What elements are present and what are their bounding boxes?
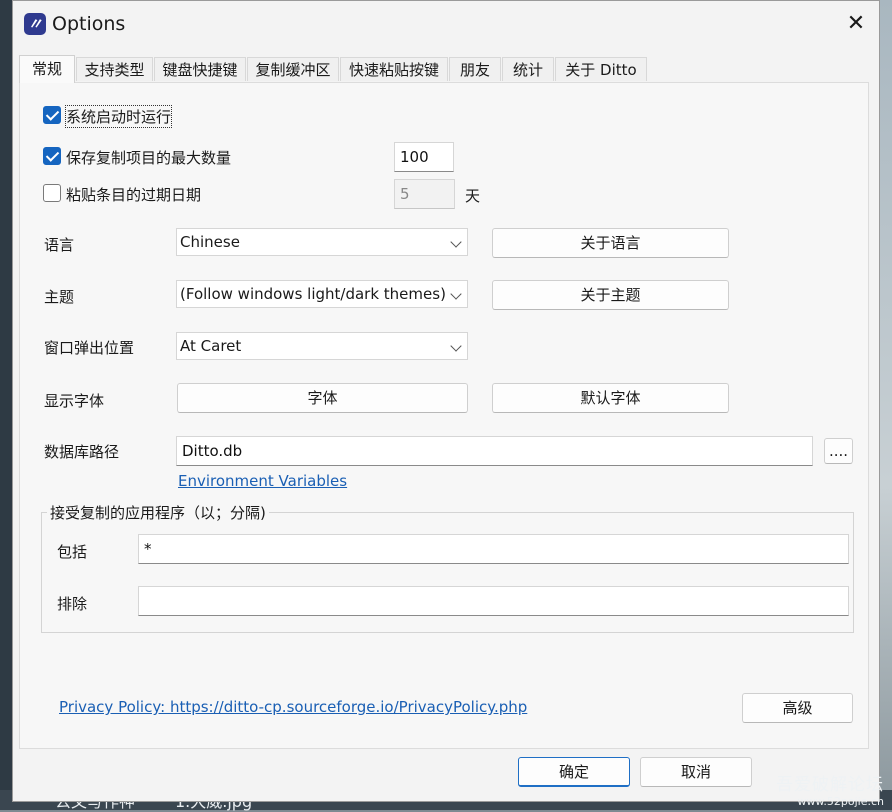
title-bar[interactable]: 〃 Options ✕ <box>13 1 879 47</box>
environment-variables-link[interactable]: Environment Variables <box>178 472 347 490</box>
tab-keyboard-shortcuts[interactable]: 键盘快捷键 <box>154 57 246 81</box>
tab-copy-buffers[interactable]: 复制缓冲区 <box>247 57 339 81</box>
popup-position-label: 窗口弹出位置 <box>44 339 135 357</box>
watermark-text: 吾爱破解论坛 <box>776 775 884 795</box>
font-label: 显示字体 <box>44 392 105 410</box>
include-input[interactable]: * <box>138 534 849 564</box>
chevron-down-icon <box>450 340 462 352</box>
language-label: 语言 <box>44 236 75 254</box>
expire-unit-label: 天 <box>465 187 481 205</box>
tab-about-ditto[interactable]: 关于 Ditto <box>555 57 647 81</box>
font-button[interactable]: 字体 <box>177 383 468 413</box>
desktop-left-edge <box>0 0 12 810</box>
chevron-down-icon <box>450 236 462 248</box>
expire-checkbox[interactable] <box>43 184 61 202</box>
cancel-button[interactable]: 取消 <box>640 757 752 787</box>
popup-position-value: At Caret <box>180 337 242 355</box>
general-tab-panel: 系统启动时运行 保存复制项目的最大数量 100 粘贴条目的过期日期 5 天 语言… <box>19 82 869 749</box>
tab-stats[interactable]: 统计 <box>502 57 554 81</box>
startup-checkbox[interactable] <box>43 106 61 124</box>
theme-select-value: (Follow windows light/dark themes) <box>180 285 446 303</box>
advanced-button[interactable]: 高级 <box>742 693 853 723</box>
about-theme-button[interactable]: 关于主题 <box>492 280 729 310</box>
expire-label[interactable]: 粘贴条目的过期日期 <box>66 184 201 205</box>
db-path-input[interactable]: Ditto.db <box>176 436 813 466</box>
language-select[interactable]: Chinese <box>176 228 468 256</box>
startup-label[interactable]: 系统启动时运行 <box>64 105 173 128</box>
tab-quick-paste-keys[interactable]: 快速粘贴按键 <box>340 57 448 81</box>
accepted-apps-group-title: 接受复制的应用程序（以；分隔) <box>47 502 269 523</box>
theme-select[interactable]: (Follow windows light/dark themes) <box>176 280 468 308</box>
chevron-down-icon <box>450 288 462 300</box>
close-button[interactable]: ✕ <box>833 5 879 43</box>
max-items-label[interactable]: 保存复制项目的最大数量 <box>66 147 231 168</box>
expire-days-input[interactable]: 5 <box>394 179 455 209</box>
watermark: 吾爱破解论坛 www.52pojie.cn <box>776 770 884 808</box>
window-title: Options <box>52 13 126 35</box>
default-font-button[interactable]: 默认字体 <box>492 383 729 413</box>
privacy-policy-link[interactable]: Privacy Policy: https://ditto-cp.sourcef… <box>59 698 527 716</box>
ok-button[interactable]: 确定 <box>518 757 630 787</box>
theme-label: 主题 <box>44 288 75 306</box>
ditto-icon: 〃 <box>24 13 46 35</box>
max-items-input[interactable]: 100 <box>394 142 454 172</box>
about-language-button[interactable]: 关于语言 <box>492 228 729 258</box>
exclude-label: 排除 <box>57 595 88 613</box>
max-items-checkbox[interactable] <box>43 147 61 165</box>
tab-friends[interactable]: 朋友 <box>449 57 501 81</box>
exclude-input[interactable] <box>138 586 849 616</box>
options-dialog: 〃 Options ✕ 常规 支持类型 键盘快捷键 复制缓冲区 快速粘贴按键 朋… <box>12 0 880 802</box>
include-label: 包括 <box>57 543 88 561</box>
tab-general[interactable]: 常规 <box>19 55 75 83</box>
popup-position-select[interactable]: At Caret <box>176 332 468 360</box>
db-path-label: 数据库路径 <box>44 443 120 461</box>
tab-supported-types[interactable]: 支持类型 <box>76 57 153 81</box>
language-select-value: Chinese <box>180 233 240 251</box>
watermark-url: www.52pojie.cn <box>797 795 884 808</box>
browse-db-button[interactable]: .... <box>824 438 853 464</box>
